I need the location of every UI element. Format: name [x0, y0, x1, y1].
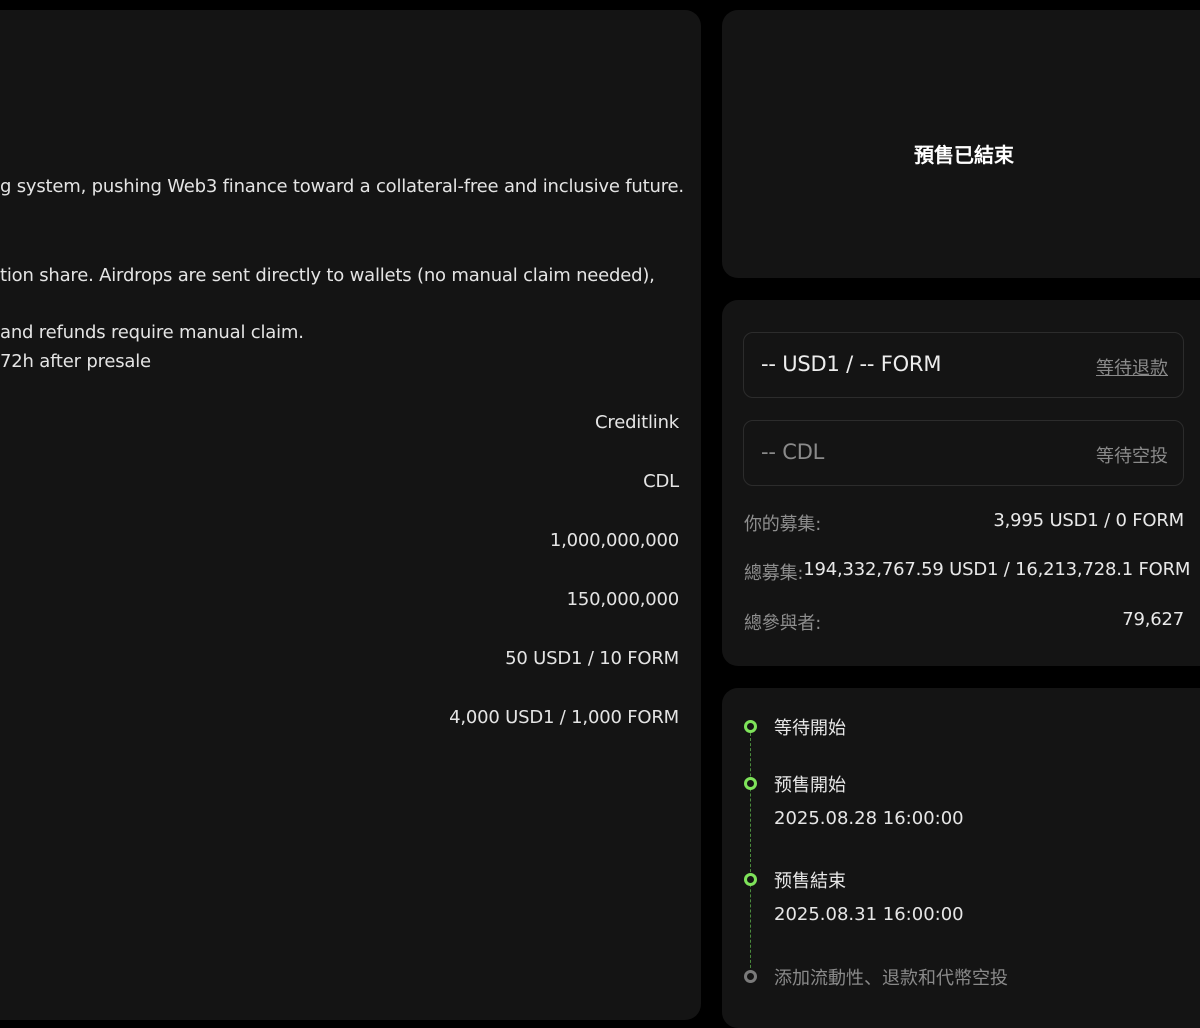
project-info-panel: g system, pushing Web3 finance toward a …	[0, 10, 701, 1020]
timeline-step-date: 2025.08.28 16:00:00	[774, 808, 964, 829]
timeline-dot-pending-icon	[744, 970, 757, 983]
stat-value: 194,332,767.59 USD1 / 16,213,728.1 FORM	[803, 559, 1191, 580]
timeline-step-date: 2025.08.31 16:00:00	[774, 904, 964, 925]
stat-label: 總募集:	[744, 563, 804, 584]
timeline-dot-done-icon	[744, 777, 757, 790]
timeline-dot-done-icon	[744, 873, 757, 886]
description-line-1: g system, pushing Web3 finance toward a …	[0, 176, 684, 197]
timeline-step-label: 预售結束	[774, 871, 846, 892]
description-line-3: and refunds require manual claim.	[0, 322, 304, 343]
refund-claim-link[interactable]: 等待退款	[1096, 354, 1168, 380]
presale-status-card: 預售已結束	[722, 10, 1200, 278]
total-participants-row: 總參與者: 79,627	[744, 609, 1184, 635]
stat-value: 3,995 USD1 / 0 FORM	[993, 510, 1184, 531]
total-raised-row: 總募集: 194,332,767.59 USD1 / 16,213,728.1 …	[744, 559, 1190, 585]
stat-label: 你的募集:	[744, 514, 822, 535]
min-contribution-value: 50 USD1 / 10 FORM	[505, 648, 679, 669]
stat-value: 79,627	[1122, 609, 1184, 630]
airdrop-amount: -- CDL	[761, 440, 825, 464]
presale-status-title: 預售已結束	[914, 143, 1014, 167]
timeline-step-label: 添加流動性、退款和代幣空投	[774, 968, 1008, 989]
airdrop-status: 等待空投	[1096, 446, 1168, 467]
airdrop-row: -- CDL 等待空投	[743, 420, 1184, 486]
your-contribution-row: 你的募集: 3,995 USD1 / 0 FORM	[744, 510, 1184, 536]
description-line-4: 72h after presale	[0, 351, 151, 372]
refund-amount: -- USD1 / -- FORM	[761, 352, 942, 376]
description-line-2: tion share. Airdrops are sent directly t…	[0, 265, 655, 286]
timeline-step-label: 预售開始	[774, 775, 846, 796]
timeline-connector	[750, 733, 751, 978]
project-name-value: Creditlink	[595, 412, 679, 433]
timeline-dot-done-icon	[744, 720, 757, 733]
token-symbol-value: CDL	[643, 471, 679, 492]
stat-label: 總參與者:	[744, 613, 822, 634]
timeline-card: 等待開始 预售開始 2025.08.28 16:00:00 预售結束 2025.…	[722, 688, 1200, 1028]
claim-card: -- USD1 / -- FORM 等待退款 -- CDL 等待空投 你的募集:…	[722, 300, 1200, 666]
refund-row: -- USD1 / -- FORM 等待退款	[743, 332, 1184, 398]
total-supply-value: 1,000,000,000	[549, 530, 679, 551]
timeline-step-label: 等待開始	[774, 718, 846, 739]
max-contribution-value: 4,000 USD1 / 1,000 FORM	[449, 707, 679, 728]
presale-supply-value: 150,000,000	[566, 589, 680, 610]
